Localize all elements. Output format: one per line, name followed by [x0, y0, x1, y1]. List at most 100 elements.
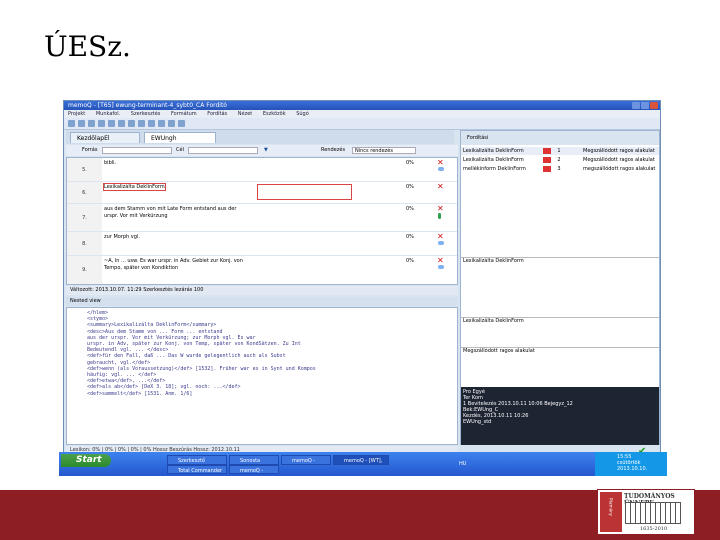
toolbar-button[interactable] [68, 120, 75, 127]
toolbar-button[interactable] [88, 120, 95, 127]
comment-icon[interactable] [438, 241, 444, 245]
menu-projekt[interactable]: Projekt [68, 111, 85, 117]
menu-forditas[interactable]: Fordítás [207, 111, 227, 117]
filter-icon[interactable]: ▼ [264, 145, 268, 156]
status-icon [438, 213, 441, 219]
minimize-button[interactable] [632, 102, 640, 109]
match-row[interactable]: Lexikalizálta DeklinForm 1 Megszállódott… [461, 147, 659, 155]
translation-results-panel: Fordítási Lexikalizálta DeklinForm 1 Meg… [460, 130, 660, 445]
logo-year: 1635-2010 [640, 526, 668, 532]
detail-line: EWUng_std [463, 419, 492, 425]
match-percent: 0% [406, 258, 414, 264]
seal-icon: Pázmány [600, 492, 622, 532]
table-row[interactable]: 8. zur Morph vgl. 0% ✕ [67, 232, 457, 256]
compare-result-field: Megszállódott ragos alakulat [461, 347, 659, 387]
target-filter-input[interactable] [188, 147, 258, 154]
tab-kezdolap[interactable]: KezdőlapEl [70, 132, 140, 143]
match-percent: 0% [406, 234, 414, 240]
compare-target-field: Lexikalizálta DeklinForm [461, 317, 659, 347]
toolbar-button[interactable] [128, 120, 135, 127]
taskbar-app-button[interactable]: memoQ - [WT], ewun... [333, 455, 389, 465]
tab-ewungh[interactable]: EWUngh [144, 132, 216, 143]
source-filter-input[interactable] [102, 147, 172, 154]
xml-line: <def>sammelt</def> [1531. Anm. 1/6] [87, 390, 193, 397]
menu-bar: Projekt Munkafol. Szerkesztés Formátum F… [64, 110, 660, 118]
document-tabs: KezdőlapEl EWUngh [66, 130, 454, 144]
delete-icon[interactable]: ✕ [437, 232, 444, 241]
source-cell[interactable]: bibli. [104, 160, 252, 167]
translation-grid: 5. bibli. 0% ✕ 6. Lexikalizálta DeklinFo… [66, 157, 458, 285]
row-number: 5. [67, 158, 102, 181]
match-badge [543, 166, 551, 172]
match-number: 1 [557, 148, 561, 154]
menu-nezet[interactable]: Nézet [238, 111, 252, 117]
target-filter-label: Cél [176, 147, 184, 153]
table-row[interactable]: 6. Lexikalizálta DeklinForm 0% ✕ [67, 182, 457, 204]
toolbar-button[interactable] [118, 120, 125, 127]
nested-view-label: Nested view [66, 297, 458, 306]
match-row[interactable]: mellékinform DeklinForm 3 megszállódott … [461, 165, 659, 173]
delete-icon[interactable]: ✕ [437, 256, 444, 265]
slide-title: ÚESz. [44, 30, 131, 63]
source-text: Lexikalizálta DeklinForm [103, 183, 166, 191]
table-row[interactable]: 9. ~A, In ... usw. Es war urspr. in Adv.… [67, 256, 457, 284]
taskbar-app-button[interactable]: Sonosta [229, 455, 279, 465]
row-number: 9. [67, 256, 102, 284]
source-cell[interactable]: aus dem Stamm von mit Late Form entstand… [104, 206, 252, 220]
menu-eszkozok[interactable]: Eszközök [263, 111, 286, 117]
xml-editor[interactable]: </hlem> <stymo> <summary>Lexikalizálta Dek… [66, 307, 458, 445]
taskbar-app-button[interactable]: memoQ - Mozilla Firefox [281, 455, 331, 465]
menu-szerkesztes[interactable]: Szerkesztés [131, 111, 161, 117]
toolbar-button[interactable] [168, 120, 175, 127]
match-number: 2 [557, 157, 561, 163]
target-edit-field[interactable] [257, 184, 352, 200]
menu-formatum[interactable]: Formátum [171, 111, 197, 117]
match-target: megszállódott ragos alakulat [583, 166, 656, 172]
toolbar-button[interactable] [98, 120, 105, 127]
maximize-button[interactable] [641, 102, 649, 109]
order-label: Rendezés [321, 147, 346, 153]
toolbar-button[interactable] [178, 120, 185, 127]
start-button[interactable]: Start [61, 454, 111, 467]
toolbar-button[interactable] [158, 120, 165, 127]
source-cell[interactable]: ~A, In ... usw. Es war urspr. in Adv. Ge… [104, 258, 252, 272]
system-tray: 15:55 csütörtök 2013.10.10. [595, 452, 667, 476]
match-source: mellékinform DeklinForm [463, 166, 526, 172]
source-cell[interactable]: Lexikalizálta DeklinForm [103, 183, 252, 191]
taskbar-app-button[interactable]: Szerkesztő szerszámok [167, 455, 227, 465]
delete-icon[interactable]: ✕ [437, 182, 444, 191]
close-button[interactable] [650, 102, 658, 109]
taskbar-app-button[interactable]: memoQ - Mozilla Firefox [229, 465, 279, 474]
toolbar-button[interactable] [108, 120, 115, 127]
menu-munkafol[interactable]: Munkafol. [96, 111, 120, 117]
menu-sugo[interactable]: Súgó [296, 111, 309, 117]
taskbar-app-button[interactable]: Total Commander 7.5... [167, 465, 227, 474]
results-header: Fordítási [461, 131, 659, 145]
match-percent: 0% [406, 206, 414, 212]
table-row[interactable]: 7. aus dem Stamm von mit Late Form entst… [67, 204, 457, 232]
taskbar: Start Szerkesztő szerszámok Sonosta memo… [59, 452, 667, 476]
table-row[interactable]: 5. bibli. 0% ✕ [67, 158, 457, 182]
match-badge [543, 157, 551, 163]
clock-date: 2013.10.10. [617, 466, 648, 472]
comment-icon[interactable] [438, 167, 444, 171]
toolbar-button[interactable] [78, 120, 85, 127]
match-source: Lexikalizálta DeklinForm [463, 157, 524, 163]
segment-status-bar: Változott: 2013.10.07. 11:29 Szerkesztés… [66, 286, 458, 295]
language-indicator[interactable]: HU [459, 461, 466, 467]
delete-icon[interactable]: ✕ [437, 204, 444, 213]
delete-icon[interactable]: ✕ [437, 158, 444, 167]
match-target: Megszállódott ragos alakulat [583, 148, 655, 154]
toolbar-button[interactable] [138, 120, 145, 127]
filter-bar: Forrás Cél ▼ Rendezés Nincs rendezés [66, 145, 458, 156]
source-cell[interactable]: zur Morph vgl. [104, 234, 252, 241]
match-row[interactable]: Lexikalizálta DeklinForm 2 Megszállódott… [461, 156, 659, 164]
university-logo: Pázmány TUDOMÁNYOS ÜNNEPE 1635-2010 [597, 489, 695, 535]
row-number: 6. [67, 182, 102, 203]
comment-icon[interactable] [438, 265, 444, 269]
match-details: Pro Egyé Ter Kom 1 Bevitelezés 2013.10.1… [461, 387, 659, 445]
source-filter-label: Forrás [82, 147, 98, 153]
row-number: 8. [67, 232, 102, 255]
toolbar-button[interactable] [148, 120, 155, 127]
order-select[interactable]: Nincs rendezés [352, 147, 416, 154]
